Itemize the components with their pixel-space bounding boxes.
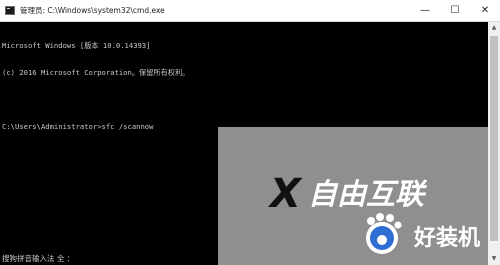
window-title: 管理员: C:\Windows\system32\cmd.exe (20, 6, 165, 15)
console-line: (c) 2016 Microsoft Corporation。保留所有权利。 (2, 68, 190, 77)
scroll-up-arrow[interactable]: ▲ (488, 22, 500, 34)
title-bar: 管理员: C:\Windows\system32\cmd.exe — ☐ ✕ (0, 0, 500, 22)
minimize-button[interactable]: — (410, 0, 440, 21)
logo-sub-text: 好装机 (414, 226, 481, 251)
console-line: Microsoft Windows [版本 10.0.14393] (2, 41, 151, 50)
maximize-button[interactable]: ☐ (440, 0, 470, 21)
paw-logo-icon (366, 213, 402, 254)
ime-status-bar: 搜狗拼音输入法 全 ： (2, 254, 75, 263)
cmd-icon (5, 6, 15, 15)
vertical-scrollbar[interactable]: ▲ ▼ (488, 22, 500, 265)
logo-x-mark: X (270, 171, 301, 217)
close-button[interactable]: ✕ (470, 0, 500, 21)
logo-main-text: 自由互联 (308, 177, 425, 211)
scroll-thumb[interactable] (490, 36, 498, 241)
scroll-down-arrow[interactable]: ▼ (488, 253, 500, 265)
